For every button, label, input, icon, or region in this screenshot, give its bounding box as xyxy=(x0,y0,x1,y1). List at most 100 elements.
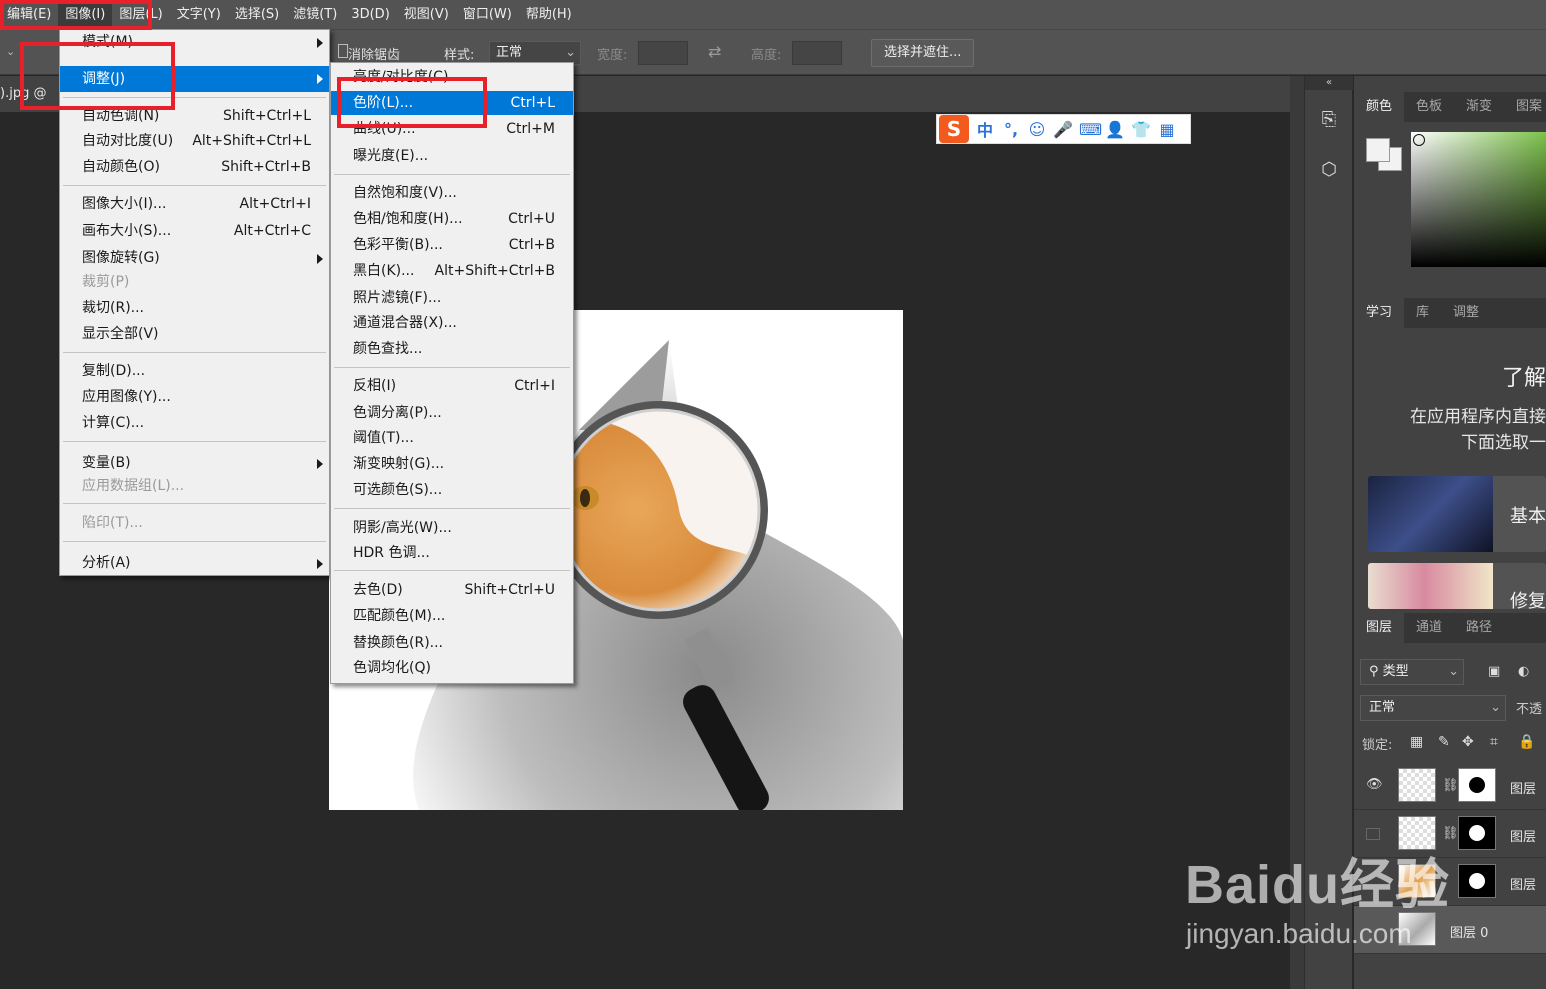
menu-item-hue-saturation[interactable]: 色相/饱和度(H)... Ctrl+U xyxy=(331,207,573,231)
lock-move-icon[interactable]: ✥ xyxy=(1462,734,1474,750)
menu-item-trim[interactable]: 裁切(R)... xyxy=(60,296,329,320)
layer-row[interactable]: 👁 ⛓ 图层 xyxy=(1354,762,1546,810)
ime-chinese-mode[interactable]: 中 xyxy=(975,117,995,141)
tab-libraries[interactable]: 库 xyxy=(1404,298,1441,328)
menu-item-invert[interactable]: 反相(I) Ctrl+I xyxy=(331,374,573,398)
menu-item-selective-color[interactable]: 可选颜色(S)... xyxy=(331,478,573,502)
menu-item-match-color[interactable]: 匹配颜色(M)... xyxy=(331,604,573,628)
height-input[interactable] xyxy=(792,41,842,65)
tab-swatches[interactable]: 色板 xyxy=(1404,92,1454,122)
microphone-icon[interactable]: 🎤 xyxy=(1053,120,1073,139)
menu-item-desaturate[interactable]: 去色(D) Shift+Ctrl+U xyxy=(331,578,573,602)
learn-card-basics[interactable]: 基本 xyxy=(1368,476,1546,552)
select-and-mask-button[interactable]: 选择并遮住... xyxy=(871,39,975,67)
menu-item-canvas-size[interactable]: 画布大小(S)... Alt+Ctrl+C xyxy=(60,219,329,243)
tab-gradients[interactable]: 渐变 xyxy=(1454,92,1504,122)
menu-help[interactable]: 帮助(H) xyxy=(519,0,579,29)
annotation-box-image-menu xyxy=(0,0,152,30)
filter-kind-label: 类型 xyxy=(1382,664,1409,679)
lock-artboard-icon[interactable]: ⌗ xyxy=(1490,734,1498,750)
menu-item-channel-mixer[interactable]: 通道混合器(X)... xyxy=(331,311,573,335)
tab-paths[interactable]: 路径 xyxy=(1454,613,1504,643)
menu-3d[interactable]: 3D(D) xyxy=(344,0,396,29)
adjustment-filter-icon[interactable]: ◐ xyxy=(1518,664,1529,679)
link-icon[interactable]: ⛓ xyxy=(1442,778,1459,793)
menu-item-analysis[interactable]: 分析(A) xyxy=(60,551,329,575)
toolbox-icon[interactable]: ▦ xyxy=(1157,120,1177,139)
punctuation-icon[interactable]: °, xyxy=(1001,120,1021,139)
menu-separator xyxy=(334,508,570,509)
menu-item-variables[interactable]: 变量(B) xyxy=(60,451,329,475)
width-input[interactable] xyxy=(638,41,688,65)
layer-filter-select[interactable]: ⚲ 类型 ⌄ xyxy=(1360,659,1464,685)
annotation-box-adjustments xyxy=(20,42,175,110)
menu-item-equalize[interactable]: 色调均化(Q) xyxy=(331,656,573,680)
tab-color[interactable]: 颜色 xyxy=(1354,92,1405,122)
swap-icon[interactable]: ⇄ xyxy=(708,42,721,61)
menu-item-auto-contrast[interactable]: 自动对比度(U) Alt+Shift+Ctrl+L xyxy=(60,129,329,153)
blend-mode-select[interactable]: 正常 ⌄ xyxy=(1360,695,1506,721)
link-icon[interactable]: ⛓ xyxy=(1442,826,1459,841)
color-picker-field[interactable] xyxy=(1411,132,1546,267)
picker-cursor[interactable] xyxy=(1413,134,1425,146)
menu-item-apply-image[interactable]: 应用图像(Y)... xyxy=(60,385,329,409)
menu-filter[interactable]: 滤镜(T) xyxy=(286,0,344,29)
search-icon: ⚲ xyxy=(1369,664,1383,679)
emoji-icon[interactable]: ☺ xyxy=(1027,120,1047,139)
sogou-logo-icon[interactable]: S xyxy=(939,115,969,143)
menu-item-posterize[interactable]: 色调分离(P)... xyxy=(331,401,573,425)
ime-toolbar[interactable]: S 中 °, ☺ 🎤 ⌨ 👤 👕 ▦ xyxy=(936,114,1191,144)
menu-item-reveal-all[interactable]: 显示全部(V) xyxy=(60,322,329,346)
menu-item-threshold[interactable]: 阈值(T)... xyxy=(331,426,573,450)
user-icon[interactable]: 👤 xyxy=(1105,120,1125,139)
foreground-color-swatch[interactable] xyxy=(1366,138,1390,162)
collapse-panels-icon[interactable]: « xyxy=(1305,76,1353,90)
menu-item-exposure[interactable]: 曝光度(E)... xyxy=(331,144,573,168)
lock-paint-icon[interactable]: ✎ xyxy=(1438,734,1450,750)
keyboard-icon[interactable]: ⌨ xyxy=(1079,120,1102,139)
card-thumbnail xyxy=(1368,476,1493,552)
menu-window[interactable]: 窗口(W) xyxy=(456,0,519,29)
menu-item-photo-filter[interactable]: 照片滤镜(F)... xyxy=(331,286,573,310)
menu-item-image-rotation[interactable]: 图像旋转(G) xyxy=(60,246,329,270)
menu-select[interactable]: 选择(S) xyxy=(228,0,286,29)
menu-view[interactable]: 视图(V) xyxy=(397,0,456,29)
learn-heading: 了解 xyxy=(1501,366,1546,391)
menu-type[interactable]: 文字(Y) xyxy=(170,0,228,29)
menu-item-color-lookup[interactable]: 颜色查找... xyxy=(331,337,573,361)
menu-item-auto-color[interactable]: 自动颜色(O) Shift+Ctrl+B xyxy=(60,155,329,179)
menu-item-shadows-highlights[interactable]: 阴影/高光(W)... xyxy=(331,516,573,540)
visibility-toggle[interactable] xyxy=(1366,828,1380,840)
tab-adjustments[interactable]: 调整 xyxy=(1441,298,1491,328)
menu-item-image-size[interactable]: 图像大小(I)... Alt+Ctrl+I xyxy=(60,192,329,216)
layer-name[interactable]: 图层 xyxy=(1510,874,1536,893)
lock-transparent-icon[interactable]: ▦ xyxy=(1410,734,1423,750)
chevron-down-icon: ⌄ xyxy=(565,45,576,60)
tab-layers[interactable]: 图层 xyxy=(1354,613,1405,643)
menu-item-replace-color[interactable]: 替换颜色(R)... xyxy=(331,631,573,655)
menu-item-vibrance[interactable]: 自然饱和度(V)... xyxy=(331,181,573,205)
3d-panel-icon[interactable]: ⬡ xyxy=(1313,154,1345,186)
menu-item-hdr-toning[interactable]: HDR 色调... xyxy=(331,541,573,565)
tab-learn[interactable]: 学习 xyxy=(1354,298,1405,328)
menu-item-color-balance[interactable]: 色彩平衡(B)... Ctrl+B xyxy=(331,233,573,257)
tab-patterns[interactable]: 图案 xyxy=(1504,92,1546,122)
layer-name[interactable]: 图层 xyxy=(1510,826,1536,845)
skin-icon[interactable]: 👕 xyxy=(1131,120,1151,139)
eye-icon[interactable]: 👁 xyxy=(1366,777,1383,792)
annotation-box-levels xyxy=(337,77,487,128)
image-filter-icon[interactable]: ▣ xyxy=(1488,664,1500,679)
menu-item-black-white[interactable]: 黑白(K)... Alt+Shift+Ctrl+B xyxy=(331,259,573,283)
lock-all-icon[interactable]: 🔒 xyxy=(1518,734,1535,750)
history-panel-icon[interactable]: ⎘ xyxy=(1313,104,1345,136)
learn-card-fix[interactable]: 修复 xyxy=(1368,563,1546,609)
menu-item-duplicate[interactable]: 复制(D)... xyxy=(60,359,329,383)
antialias-checkbox[interactable] xyxy=(338,44,348,58)
layer-name[interactable]: 图层 xyxy=(1510,778,1536,797)
tab-channels[interactable]: 通道 xyxy=(1404,613,1454,643)
menu-item-calculations[interactable]: 计算(C)... xyxy=(60,411,329,435)
menu-item-trap: 陷印(T)... xyxy=(82,515,143,531)
layer-name[interactable]: 图层 0 xyxy=(1450,922,1488,941)
chevron-down-icon[interactable]: ⌄ xyxy=(6,45,15,58)
menu-item-gradient-map[interactable]: 渐变映射(G)... xyxy=(331,452,573,476)
